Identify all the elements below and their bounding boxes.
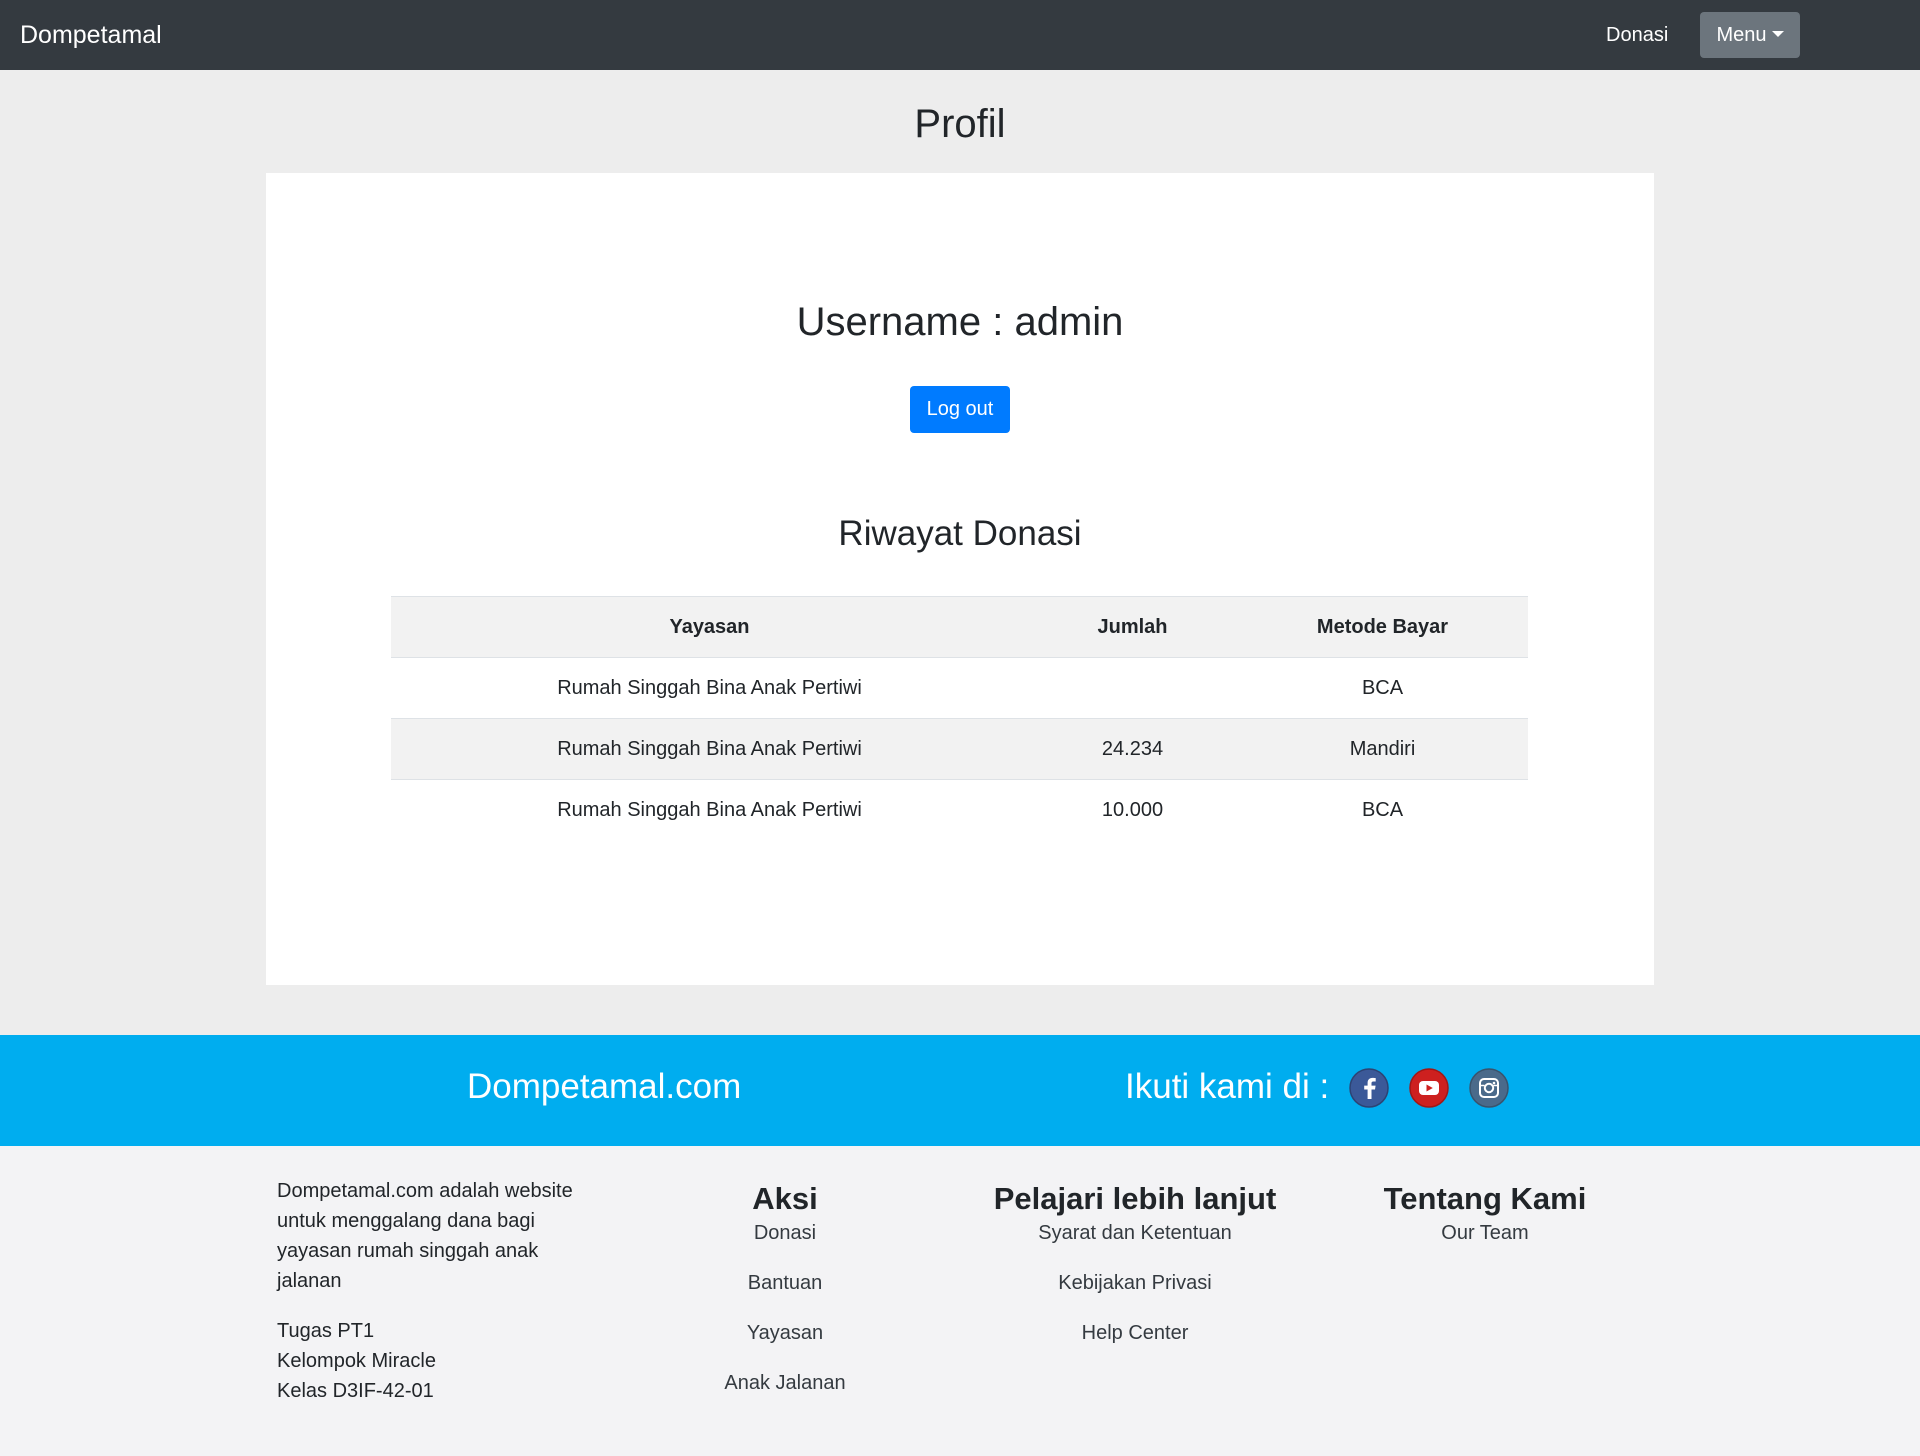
site-name: Dompetamal.com bbox=[467, 1067, 742, 1106]
follow-us-label: Ikuti kami di : bbox=[1125, 1067, 1330, 1106]
table-row: Rumah Singgah Bina Anak Pertiwi 10.000 B… bbox=[391, 779, 1528, 841]
cell-metode-bayar: BCA bbox=[1237, 779, 1528, 841]
cell-jumlah bbox=[1028, 657, 1237, 719]
footer-info-line: Tugas PT1 bbox=[277, 1320, 375, 1342]
footer-info-line: Kelas D3IF-42-01 bbox=[277, 1380, 434, 1402]
cell-yayasan: Rumah Singgah Bina Anak Pertiwi bbox=[391, 657, 1028, 719]
cell-jumlah: 10.000 bbox=[1028, 779, 1237, 841]
footer-about: Dompetamal.com adalah website untuk meng… bbox=[277, 1176, 587, 1406]
footer-link-syarat-ketentuan[interactable]: Syarat dan Ketentuan bbox=[980, 1218, 1290, 1248]
menu-label: Menu bbox=[1716, 24, 1767, 46]
footer-link-donasi[interactable]: Donasi bbox=[690, 1218, 880, 1248]
column-header-yayasan: Yayasan bbox=[391, 596, 1028, 658]
caret-down-icon bbox=[1771, 30, 1784, 37]
table-header-row: Yayasan Jumlah Metode Bayar bbox=[391, 596, 1528, 658]
footer-link-our-team[interactable]: Our Team bbox=[1360, 1218, 1610, 1248]
nav-donasi-link[interactable]: Donasi bbox=[1606, 21, 1668, 49]
footer-link-help-center[interactable]: Help Center bbox=[980, 1318, 1290, 1348]
footer-link-kebijakan-privasi[interactable]: Kebijakan Privasi bbox=[980, 1268, 1290, 1298]
facebook-icon[interactable] bbox=[1349, 1068, 1389, 1108]
page-title: Profil bbox=[914, 102, 1006, 146]
cell-yayasan: Rumah Singgah Bina Anak Pertiwi bbox=[391, 779, 1028, 841]
footer-column-aksi: Aksi Donasi Bantuan Yayasan Anak Jalanan bbox=[690, 1180, 880, 1418]
donation-history-title: Riwayat Donasi bbox=[838, 514, 1082, 553]
brand-link[interactable]: Dompetamal bbox=[20, 20, 162, 50]
footer-info-line: Kelompok Miracle bbox=[277, 1350, 436, 1372]
footer-aksi-title: Aksi bbox=[752, 1181, 818, 1216]
instagram-icon[interactable] bbox=[1469, 1068, 1509, 1108]
footer: Dompetamal.com adalah website untuk meng… bbox=[0, 1146, 1920, 1456]
about-description: Dompetamal.com adalah website untuk meng… bbox=[277, 1180, 573, 1292]
footer-tentang-title: Tentang Kami bbox=[1383, 1181, 1587, 1216]
navbar: Dompetamal Donasi Menu bbox=[0, 0, 1920, 70]
cell-jumlah: 24.234 bbox=[1028, 718, 1237, 780]
column-header-jumlah: Jumlah bbox=[1028, 596, 1237, 658]
donation-history-table: Yayasan Jumlah Metode Bayar Rumah Singga… bbox=[391, 596, 1528, 841]
profile-card: Username : admin Log out Riwayat Donasi … bbox=[266, 173, 1654, 985]
table-row: Rumah Singgah Bina Anak Pertiwi BCA bbox=[391, 657, 1528, 719]
footer-column-pelajari: Pelajari lebih lanjut Syarat dan Ketentu… bbox=[980, 1180, 1290, 1368]
column-header-metode-bayar: Metode Bayar bbox=[1237, 596, 1528, 658]
footer-pelajari-title: Pelajari lebih lanjut bbox=[993, 1181, 1277, 1216]
menu-dropdown-button[interactable]: Menu bbox=[1700, 12, 1800, 58]
table-row: Rumah Singgah Bina Anak Pertiwi 24.234 M… bbox=[391, 718, 1528, 780]
footer-link-yayasan[interactable]: Yayasan bbox=[690, 1318, 880, 1348]
footer-link-bantuan[interactable]: Bantuan bbox=[690, 1268, 880, 1298]
username-heading: Username : admin bbox=[796, 300, 1124, 344]
youtube-icon[interactable] bbox=[1409, 1068, 1449, 1108]
footer-column-tentang: Tentang Kami Our Team bbox=[1360, 1180, 1610, 1268]
cell-metode-bayar: BCA bbox=[1237, 657, 1528, 719]
cell-metode-bayar: Mandiri bbox=[1237, 718, 1528, 780]
cell-yayasan: Rumah Singgah Bina Anak Pertiwi bbox=[391, 718, 1028, 780]
footer-link-anak-jalanan[interactable]: Anak Jalanan bbox=[690, 1368, 880, 1398]
logout-button[interactable]: Log out bbox=[910, 386, 1010, 433]
social-band: Dompetamal.com Ikuti kami di : bbox=[0, 1035, 1920, 1146]
